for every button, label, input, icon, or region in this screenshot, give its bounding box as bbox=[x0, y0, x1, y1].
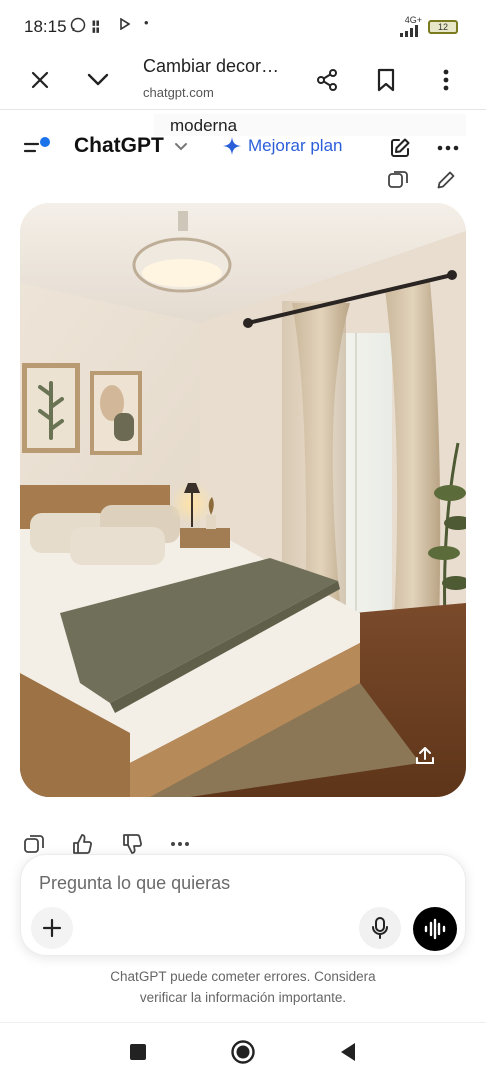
plus-icon bbox=[42, 918, 62, 938]
close-icon bbox=[31, 71, 49, 89]
thumbs-up-icon bbox=[73, 834, 92, 854]
voice-mode-icon bbox=[424, 918, 446, 940]
status-time: 18:15 bbox=[24, 17, 67, 36]
more-horizontal-icon bbox=[171, 842, 189, 846]
upgrade-plan-label: Mejorar plan bbox=[248, 136, 343, 155]
back-button[interactable] bbox=[334, 1038, 362, 1066]
collapse-button[interactable] bbox=[80, 62, 116, 98]
dot-icon: • bbox=[144, 15, 149, 30]
sidebar-menu-icon bbox=[23, 137, 50, 153]
microphone-icon bbox=[372, 917, 388, 939]
overlapping-text-fragment: moderna bbox=[154, 114, 466, 136]
play-icon bbox=[120, 17, 131, 33]
signal-icon: 4G+ bbox=[398, 16, 422, 37]
copy-icon bbox=[24, 835, 44, 853]
disclaimer: ChatGPT puede cometer errores. Considera… bbox=[40, 966, 446, 1008]
share-page-button[interactable] bbox=[309, 62, 345, 98]
home-circle-icon bbox=[231, 1040, 255, 1064]
sidebar-menu-button[interactable] bbox=[22, 134, 54, 160]
chevron-down-icon bbox=[87, 73, 109, 86]
new-chat-button[interactable] bbox=[386, 134, 414, 162]
thumbs-down-icon bbox=[123, 834, 142, 854]
model-selector-label[interactable]: ChatGPT bbox=[74, 134, 164, 158]
page-url: chatgpt.com bbox=[143, 85, 214, 100]
square-icon bbox=[130, 1044, 146, 1060]
bedroom-illustration bbox=[20, 203, 466, 797]
chat-header: moderna ChatGPT Mejorar plan bbox=[0, 112, 486, 196]
battery-level: 12 bbox=[437, 22, 448, 32]
copy-icon bbox=[388, 171, 408, 188]
notification-icon: ▮▮ ▮▮ bbox=[92, 20, 100, 34]
more-vertical-icon bbox=[443, 69, 449, 91]
image-copy-button[interactable] bbox=[384, 166, 412, 194]
network-type: 4G+ bbox=[404, 15, 422, 25]
share-image-button[interactable] bbox=[408, 739, 442, 773]
whatsapp-icon bbox=[70, 17, 86, 36]
model-selector-chevron[interactable] bbox=[174, 139, 188, 157]
chevron-down-icon bbox=[175, 143, 187, 151]
sparkle-icon bbox=[223, 137, 241, 155]
status-bar: 18:15 ▮▮ ▮▮ • 4G+ 12 bbox=[0, 0, 486, 52]
page-title: Cambiar decor… bbox=[143, 56, 280, 76]
system-navigation-bar bbox=[0, 1022, 486, 1080]
generated-bedroom-image[interactable] bbox=[20, 203, 466, 797]
battery-icon: 12 bbox=[428, 20, 458, 34]
bookmark-button[interactable] bbox=[368, 62, 404, 98]
edit-icon bbox=[391, 138, 410, 157]
disclaimer-line-2: verificar la información importante. bbox=[139, 990, 347, 1005]
pencil-icon bbox=[437, 171, 455, 189]
more-horizontal-icon bbox=[437, 145, 459, 151]
prompt-input[interactable] bbox=[39, 869, 439, 897]
disclaimer-line-1: ChatGPT puede cometer errores. Considera bbox=[110, 969, 376, 984]
upgrade-plan-button[interactable]: Mejorar plan bbox=[222, 136, 343, 156]
upload-icon bbox=[416, 747, 434, 764]
chat-options-button[interactable] bbox=[434, 134, 462, 162]
home-button[interactable] bbox=[229, 1038, 257, 1066]
recents-button[interactable] bbox=[124, 1038, 152, 1066]
share-icon bbox=[317, 69, 337, 91]
back-triangle-icon bbox=[341, 1043, 355, 1061]
image-edit-button[interactable] bbox=[432, 166, 460, 194]
browser-toolbar: Cambiar decor… chatgpt.com bbox=[0, 52, 486, 110]
message-composer bbox=[20, 854, 466, 956]
bookmark-icon bbox=[377, 68, 395, 92]
close-tab-button[interactable] bbox=[22, 62, 58, 98]
attach-button[interactable] bbox=[31, 907, 73, 949]
browser-menu-button[interactable] bbox=[428, 62, 464, 98]
voice-mode-button[interactable] bbox=[413, 907, 457, 951]
dictate-button[interactable] bbox=[359, 907, 401, 949]
